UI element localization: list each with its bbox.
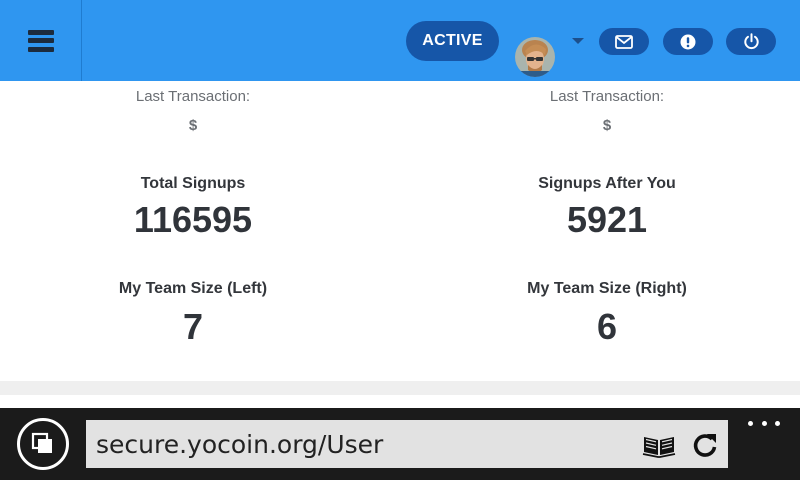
signups-after-you-value: 5921: [566, 199, 648, 240]
last-transaction-label: Last Transaction:: [135, 88, 251, 105]
user-avatar[interactable]: [513, 35, 557, 79]
top-header: ACTIVE: [0, 0, 800, 81]
team-size-left-label: My Team Size (Left): [118, 280, 268, 297]
browser-address-bar: secure.yocoin.org/User: [0, 408, 800, 480]
tabs-button[interactable]: [17, 418, 69, 470]
team-size-left-value: 7: [182, 306, 204, 347]
refresh-icon: [693, 434, 717, 457]
power-icon: [743, 33, 759, 50]
logout-button[interactable]: [726, 28, 776, 55]
hamburger-menu-icon: [27, 29, 54, 52]
alerts-button[interactable]: [663, 28, 713, 55]
menu-button[interactable]: [0, 0, 82, 81]
total-signups-value: 116595: [133, 199, 253, 240]
total-signups-label: Total Signups: [140, 175, 246, 192]
team-size-right-label: My Team Size (Right): [527, 280, 687, 297]
signups-after-you-label: Signups After You: [538, 175, 676, 192]
section-divider: [0, 381, 800, 395]
refresh-button[interactable]: [690, 430, 720, 460]
last-transaction-value: $: [188, 117, 198, 134]
messages-button[interactable]: [599, 28, 649, 55]
envelope-icon: [615, 34, 633, 49]
tabs-icon: [31, 432, 52, 453]
chevron-down-icon[interactable]: [572, 38, 584, 44]
exclamation-icon: [680, 34, 696, 49]
url-field[interactable]: secure.yocoin.org/User: [86, 420, 728, 468]
reading-view-button[interactable]: [642, 432, 676, 458]
reading-view-icon: [642, 437, 676, 458]
content-bottom: [0, 395, 800, 408]
team-size-right-value: 6: [596, 306, 618, 347]
url-text: secure.yocoin.org/User: [96, 430, 384, 459]
more-icon[interactable]: [748, 416, 780, 430]
last-transaction-value: $: [602, 117, 612, 134]
status-badge: ACTIVE: [406, 21, 499, 61]
last-transaction-label: Last Transaction:: [549, 88, 665, 105]
stats-panel: Last Transaction: $ Total Signups 116595…: [0, 81, 800, 381]
